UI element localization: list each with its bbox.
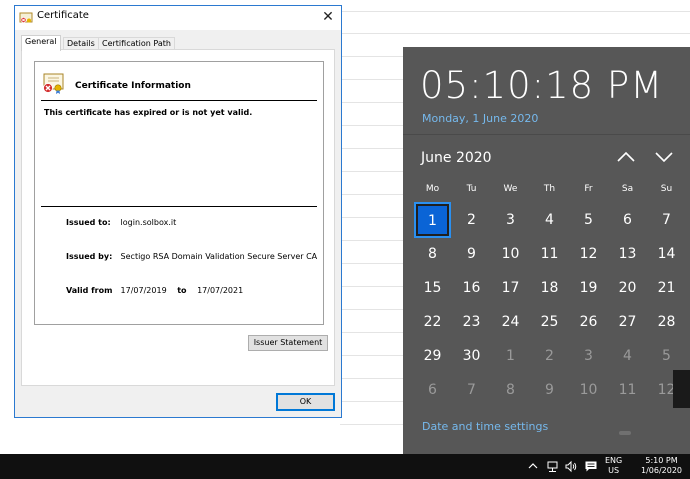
calendar-day[interactable]: 9	[530, 373, 569, 407]
issued-by-value[interactable]: Sectigo RSA Domain Validation Secure Ser…	[121, 252, 318, 261]
calendar-day[interactable]: 8	[491, 373, 530, 407]
issued-to-value[interactable]: login.solbox.it	[121, 218, 177, 227]
certificate-info-box: Certificate Information This certificate…	[34, 61, 324, 325]
certificate-heading: Certificate Information	[75, 81, 191, 91]
issued-to-row: Issued to: login.solbox.it	[66, 218, 176, 227]
date-time-settings-link[interactable]: Date and time settings	[422, 420, 548, 433]
calendar-grid: 1 2 3 4 5 6 7 8 9 10 11 12 13 14 15 16 17 18 19 20 21 22 23 24 2…	[413, 203, 685, 413]
general-tab-panel: Certificate Information This certificate…	[21, 49, 335, 386]
valid-to-value[interactable]: 17/07/2021	[197, 286, 243, 295]
calendar-day[interactable]: 5	[569, 203, 608, 237]
certificate-dialog: Certificate ✕ General Details Certificat…	[14, 5, 342, 418]
calendar-day-today[interactable]: 1	[416, 204, 449, 236]
calendar-day[interactable]: 3	[569, 339, 608, 373]
calendar-day[interactable]: 11	[530, 237, 569, 271]
calendar-day[interactable]: 4	[530, 203, 569, 237]
volume-icon[interactable]	[564, 460, 578, 473]
calendar-flyout: 05:10:18 PM Monday, 1 June 2020 June 202…	[403, 47, 690, 454]
taskbar: ENG US 5:10 PM 1/06/2020	[0, 454, 690, 479]
weekday-label: We	[503, 184, 518, 194]
issued-by-label: Issued by:	[66, 252, 113, 261]
calendar-day[interactable]: 20	[608, 271, 647, 305]
region-code: US	[608, 466, 620, 475]
month-label[interactable]: June 2020	[421, 150, 492, 166]
calendar-day[interactable]: 4	[608, 339, 647, 373]
weekday-label: Tu	[466, 184, 477, 194]
flyout-clock: 05:10:18 PM	[420, 64, 664, 107]
calendar-day[interactable]: 29	[413, 339, 452, 373]
network-icon[interactable]	[546, 460, 560, 473]
calendar-day[interactable]: 30	[452, 339, 491, 373]
calendar-day[interactable]: 9	[452, 237, 491, 271]
valid-from-label: Valid from	[66, 286, 113, 295]
chevron-down-icon[interactable]	[654, 149, 674, 165]
calendar-day[interactable]: 25	[530, 305, 569, 339]
weekday-label: Mo	[425, 184, 440, 194]
calendar-day[interactable]: 3	[491, 203, 530, 237]
weekday-header: Mo Tu We Th Fr Sa Su	[413, 184, 685, 196]
calendar-day[interactable]: 18	[530, 271, 569, 305]
divider	[403, 134, 690, 135]
dialog-titlebar[interactable]: Certificate ✕	[15, 6, 341, 30]
notification-icon[interactable]	[584, 460, 598, 473]
calendar-day[interactable]: 10	[491, 237, 530, 271]
weekday-label: Fr	[584, 184, 593, 194]
weekday-label: Th	[543, 184, 556, 194]
calendar-day[interactable]: 14	[647, 237, 686, 271]
calendar-day[interactable]: 8	[413, 237, 452, 271]
calendar-day[interactable]: 17	[491, 271, 530, 305]
calendar-day[interactable]: 10	[569, 373, 608, 407]
certificate-error-icon	[43, 73, 64, 94]
ok-button[interactable]: OK	[276, 393, 335, 411]
certificate-icon	[19, 12, 33, 23]
calendar-day[interactable]: 23	[452, 305, 491, 339]
divider	[41, 206, 317, 207]
weekday-label: Su	[660, 184, 673, 194]
taskbar-clock[interactable]: 5:10 PM 1/06/2020	[641, 456, 682, 476]
taskbar-time: 5:10 PM	[645, 456, 678, 465]
tab-general[interactable]: General	[21, 35, 61, 51]
calendar-day[interactable]: 5	[647, 339, 686, 373]
validity-row: Valid from 17/07/2019 to 17/07/2021	[66, 286, 243, 295]
calendar-day[interactable]: 19	[569, 271, 608, 305]
language-code: ENG	[605, 456, 623, 465]
issued-by-row: Issued by: Sectigo RSA Domain Validation…	[66, 252, 317, 261]
calendar-day[interactable]: 22	[413, 305, 452, 339]
certificate-warning: This certificate has expired or is not y…	[44, 108, 253, 117]
dialog-title: Certificate	[37, 10, 89, 21]
calendar-day[interactable]: 2	[452, 203, 491, 237]
issued-to-label: Issued to:	[66, 218, 111, 227]
pager-indicator	[619, 431, 631, 435]
calendar-day[interactable]: 1	[491, 339, 530, 373]
scrollbar[interactable]	[673, 370, 690, 408]
chevron-up-icon[interactable]	[616, 149, 636, 165]
input-language[interactable]: ENG US	[605, 456, 622, 476]
calendar-day[interactable]: 28	[647, 305, 686, 339]
weekday-label: Sa	[621, 184, 634, 194]
calendar-day[interactable]: 27	[608, 305, 647, 339]
calendar-day[interactable]: 12	[569, 237, 608, 271]
issuer-statement-button[interactable]: Issuer Statement	[248, 335, 328, 351]
chevron-up-icon[interactable]	[527, 460, 539, 473]
calendar-day[interactable]: 16	[452, 271, 491, 305]
valid-to-label: to	[177, 286, 187, 295]
calendar-day[interactable]: 7	[452, 373, 491, 407]
calendar-day[interactable]: 21	[647, 271, 686, 305]
calendar-day[interactable]: 2	[530, 339, 569, 373]
calendar-day[interactable]: 26	[569, 305, 608, 339]
calendar-day[interactable]: 6	[608, 203, 647, 237]
calendar-day[interactable]: 13	[608, 237, 647, 271]
calendar-day[interactable]: 15	[413, 271, 452, 305]
calendar-day[interactable]: 6	[413, 373, 452, 407]
taskbar-date: 1/06/2020	[641, 466, 683, 475]
calendar-day[interactable]: 24	[491, 305, 530, 339]
divider	[41, 100, 317, 101]
calendar-day[interactable]: 7	[647, 203, 686, 237]
close-icon[interactable]: ✕	[315, 6, 341, 28]
flyout-date-link[interactable]: Monday, 1 June 2020	[422, 112, 538, 125]
valid-from-value[interactable]: 17/07/2019	[121, 286, 167, 295]
calendar-day[interactable]: 11	[608, 373, 647, 407]
